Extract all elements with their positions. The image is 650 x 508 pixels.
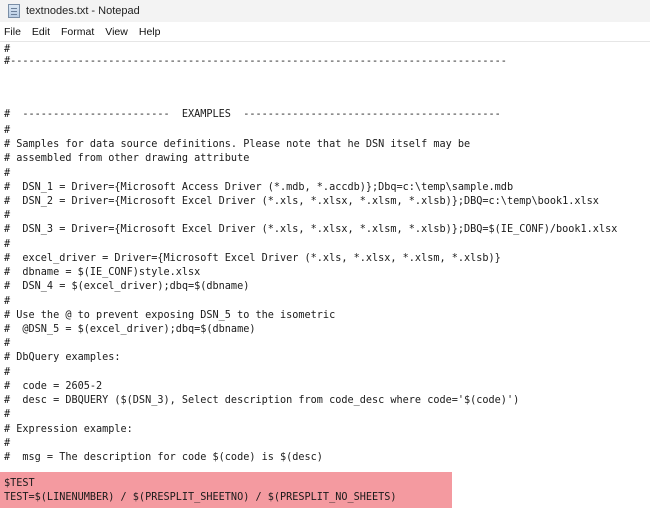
title-bar: textnodes.txt - Notepad [0,0,650,22]
text-line: # DSN_4 = $(excel_driver);dbq=$(dbname) [4,281,250,292]
text-line: # excel_driver = Driver={Microsoft Excel… [4,253,501,264]
notepad-icon [8,4,20,18]
text-line: # assembled from other drawing attribute [4,153,250,164]
text-line: # [4,409,11,420]
text-line: # DSN_2 = Driver={Microsoft Excel Driver… [4,196,599,207]
text-line: # [4,367,11,378]
menu-edit[interactable]: Edit [27,26,56,38]
text-line: # [4,210,11,221]
text-line: $TEST [4,478,35,489]
text-line: # Use the @ to prevent exposing DSN_5 to… [4,310,336,321]
menu-view[interactable]: View [100,26,134,38]
text-line: # [4,338,11,349]
menu-format[interactable]: Format [56,26,100,38]
text-line: # @DSN_5 = $(excel_driver);dbq=$(dbname) [4,324,256,335]
text-line: # DbQuery examples: [4,352,121,363]
menu-file[interactable]: File [0,26,27,38]
text-line: TEST=$(LINENUMBER) / $(PRESPLIT_SHEETNO)… [4,492,397,503]
text-line: # ------------------------ EXAMPLES ----… [4,109,501,120]
text-line: # dbname = $(IE_CONF)style.xlsx [4,267,201,278]
menu-help[interactable]: Help [134,26,167,38]
text-line: # [4,239,11,250]
text-line: # [4,168,11,179]
notepad-window: textnodes.txt - Notepad File Edit Format… [0,0,650,508]
text-line: # code = 2605-2 [4,381,103,392]
text-line: # Samples for data source definitions. P… [4,139,471,150]
text-line: #---------------------------------------… [4,56,507,67]
text-line: # DSN_3 = Driver={Microsoft Excel Driver… [4,224,618,235]
menu-bar: File Edit Format View Help [0,22,650,42]
text-editor-area[interactable]: # #-------------------------------------… [0,43,650,508]
text-line: # desc = DBQUERY ($(DSN_3), Select descr… [4,395,520,406]
text-line: # [4,296,11,307]
text-line: # DSN_1 = Driver={Microsoft Access Drive… [4,182,514,193]
window-title: textnodes.txt - Notepad [26,5,140,17]
text-line: # [4,438,11,449]
text-line: # msg = The description for code $(code)… [4,452,323,463]
text-line: # Expression example: [4,424,133,435]
text-line: # [4,125,11,136]
